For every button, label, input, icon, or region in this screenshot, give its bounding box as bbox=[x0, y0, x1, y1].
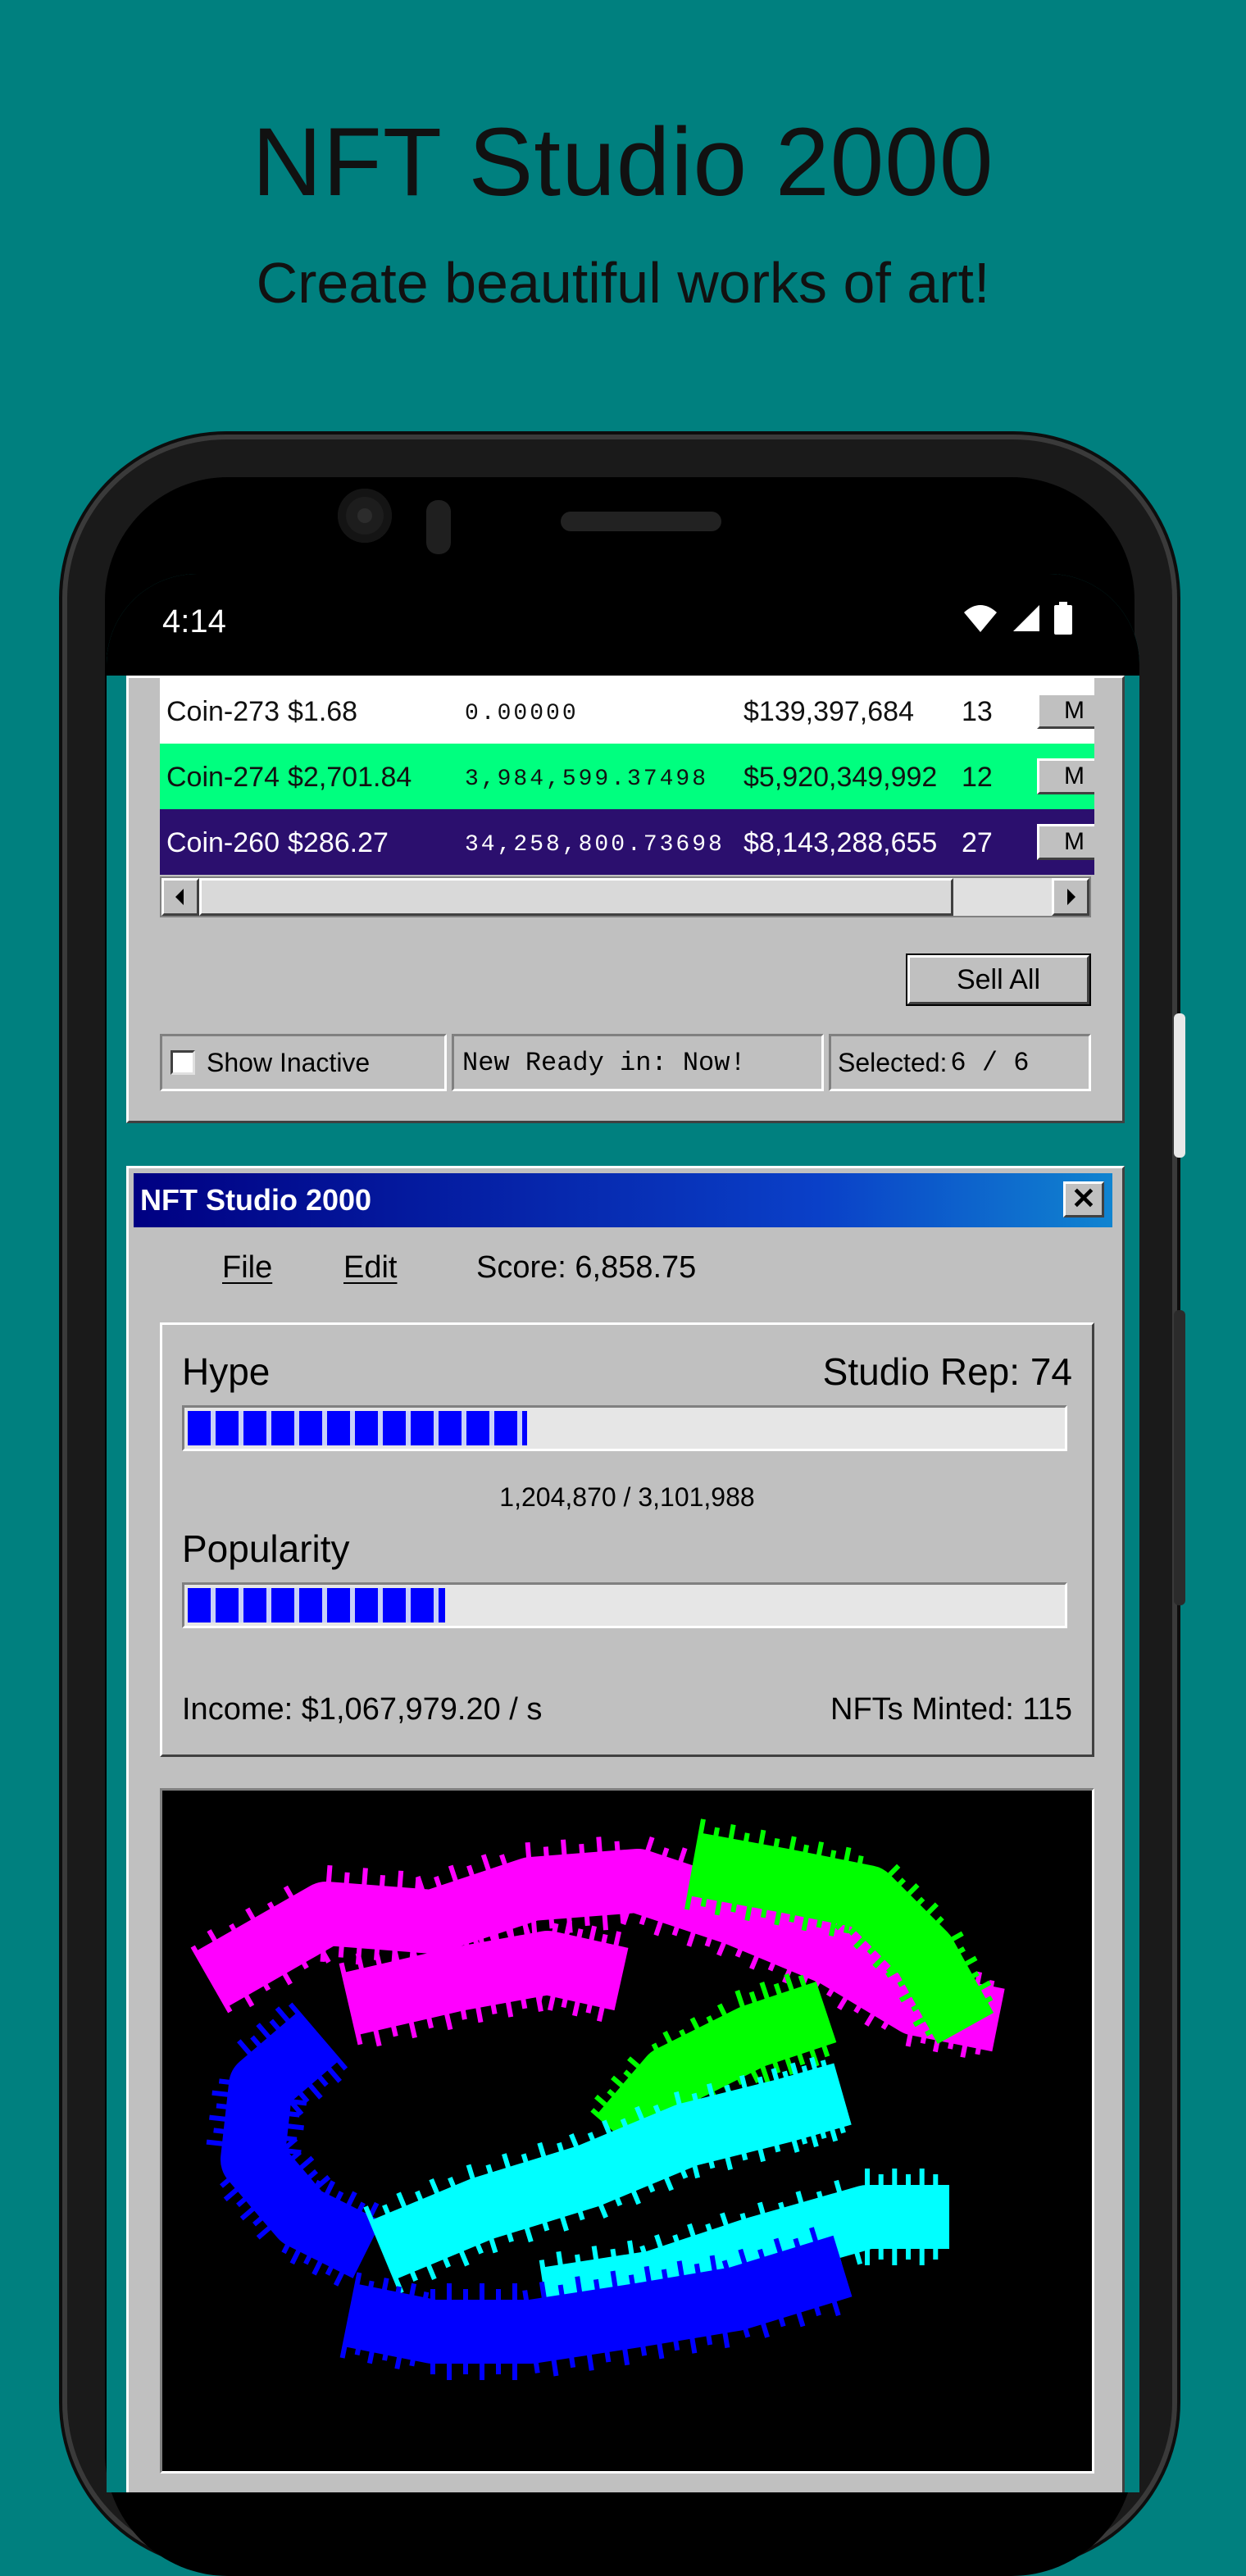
hype-progress-fill bbox=[188, 1411, 527, 1445]
mine-button[interactable]: M bbox=[1037, 824, 1094, 860]
coins-table: Coin-273 $1.68 0.00000 $139,397,684 13 M… bbox=[160, 678, 1094, 876]
cell-signal-icon bbox=[1013, 605, 1039, 631]
hype-label: Hype bbox=[182, 1350, 271, 1393]
sensor-icon bbox=[426, 500, 451, 554]
coin-market-cap: $5,920,349,992 bbox=[744, 762, 938, 793]
coin-holding: 0.00000 bbox=[465, 701, 579, 726]
studio-window: NFT Studio 2000 ✕ File Edit Score: 6,858… bbox=[126, 1166, 1125, 2492]
table-row[interactable]: Coin-274 $2,701.84 3,984,599.37498 $5,92… bbox=[160, 744, 1094, 809]
nft-art-canvas[interactable] bbox=[160, 1788, 1094, 2474]
popularity-label: Popularity bbox=[182, 1527, 350, 1570]
table-row[interactable]: Coin-260 $286.27 34,258,800.73698 $8,143… bbox=[160, 809, 1094, 875]
horizontal-scrollbar[interactable] bbox=[160, 876, 1091, 917]
new-ready-field: New Ready in: Now! bbox=[452, 1034, 824, 1091]
coin-count: 13 bbox=[962, 696, 993, 727]
selected-label: Selected: bbox=[838, 1047, 948, 1077]
android-status-bar: 4:14 bbox=[107, 574, 1139, 676]
battery-icon bbox=[1054, 602, 1072, 635]
menu-edit-label: Edit bbox=[343, 1250, 398, 1285]
income-display: Income: $1,067,979.20 / s bbox=[182, 1692, 543, 1727]
coin-name: Coin-260 bbox=[166, 827, 280, 858]
mine-button[interactable]: M bbox=[1037, 758, 1094, 794]
coin-holding: 3,984,599.37498 bbox=[465, 767, 709, 792]
phone-screen: 4:14 Coin-273 $1.68 0.00000 $139,397,684… bbox=[107, 574, 1139, 2492]
coins-window: Coin-273 $1.68 0.00000 $139,397,684 13 M… bbox=[126, 676, 1125, 1123]
show-inactive-label: Show Inactive bbox=[207, 1047, 371, 1077]
window-title: NFT Studio 2000 bbox=[140, 1183, 372, 1217]
scroll-right-button[interactable] bbox=[1052, 878, 1089, 916]
coin-name: Coin-274 bbox=[166, 762, 280, 793]
stats-panel: Hype Studio Rep: 74 1,204,870 / 3,101,98… bbox=[160, 1322, 1094, 1757]
coin-price: $286.27 bbox=[288, 827, 389, 858]
coin-count: 12 bbox=[962, 762, 993, 793]
nft-artwork bbox=[190, 1818, 1005, 2380]
coin-market-cap: $8,143,288,655 bbox=[744, 827, 938, 858]
hype-value: 1,204,870 / 3,101,988 bbox=[499, 1482, 755, 1512]
mine-button[interactable]: M bbox=[1037, 693, 1094, 729]
coin-holding: 34,258,800.73698 bbox=[465, 832, 725, 858]
popularity-progress-bar bbox=[182, 1582, 1067, 1628]
table-row[interactable]: Coin-273 $1.68 0.00000 $139,397,684 13 M bbox=[160, 678, 1094, 744]
sell-all-button[interactable]: Sell All bbox=[907, 955, 1089, 1004]
menu-file[interactable]: File bbox=[222, 1250, 272, 1286]
wifi-icon bbox=[964, 605, 997, 632]
show-inactive-field: Show Inactive bbox=[160, 1034, 447, 1091]
phone-side-button bbox=[1174, 1013, 1185, 1158]
hype-progress-bar bbox=[182, 1405, 1067, 1451]
show-inactive-checkbox[interactable] bbox=[171, 1050, 195, 1075]
coin-price: $2,701.84 bbox=[288, 762, 412, 793]
front-camera-icon bbox=[338, 489, 392, 543]
arrow-left-icon bbox=[175, 889, 184, 905]
promo-title: NFT Studio 2000 bbox=[252, 108, 994, 216]
scroll-thumb[interactable] bbox=[199, 878, 953, 916]
menu-file-label: File bbox=[222, 1250, 273, 1285]
earpiece-speaker bbox=[561, 512, 721, 531]
coin-name: Coin-273 bbox=[166, 696, 280, 727]
popularity-progress-fill bbox=[188, 1588, 445, 1623]
status-time: 4:14 bbox=[162, 603, 226, 639]
studio-rep: Studio Rep: 74 bbox=[822, 1350, 1072, 1393]
menu-edit[interactable]: Edit bbox=[343, 1250, 397, 1286]
selected-value: 6 / 6 bbox=[950, 1047, 1030, 1078]
close-icon[interactable]: ✕ bbox=[1063, 1181, 1104, 1217]
arrow-right-icon bbox=[1067, 889, 1075, 905]
score-display: Score: 6,858.75 bbox=[476, 1250, 697, 1285]
coin-count: 27 bbox=[962, 827, 993, 858]
coin-price: $1.68 bbox=[288, 696, 358, 727]
promo-subtitle: Create beautiful works of art! bbox=[256, 251, 990, 315]
nfts-minted-display: NFTs Minted: 115 bbox=[830, 1692, 1072, 1727]
scroll-left-button[interactable] bbox=[161, 878, 199, 916]
studio-title-bar[interactable]: NFT Studio 2000 ✕ bbox=[134, 1173, 1112, 1227]
coin-market-cap: $139,397,684 bbox=[744, 696, 914, 727]
phone-volume-button bbox=[1174, 1310, 1185, 1605]
selected-field: Selected: 6 / 6 bbox=[829, 1034, 1091, 1091]
